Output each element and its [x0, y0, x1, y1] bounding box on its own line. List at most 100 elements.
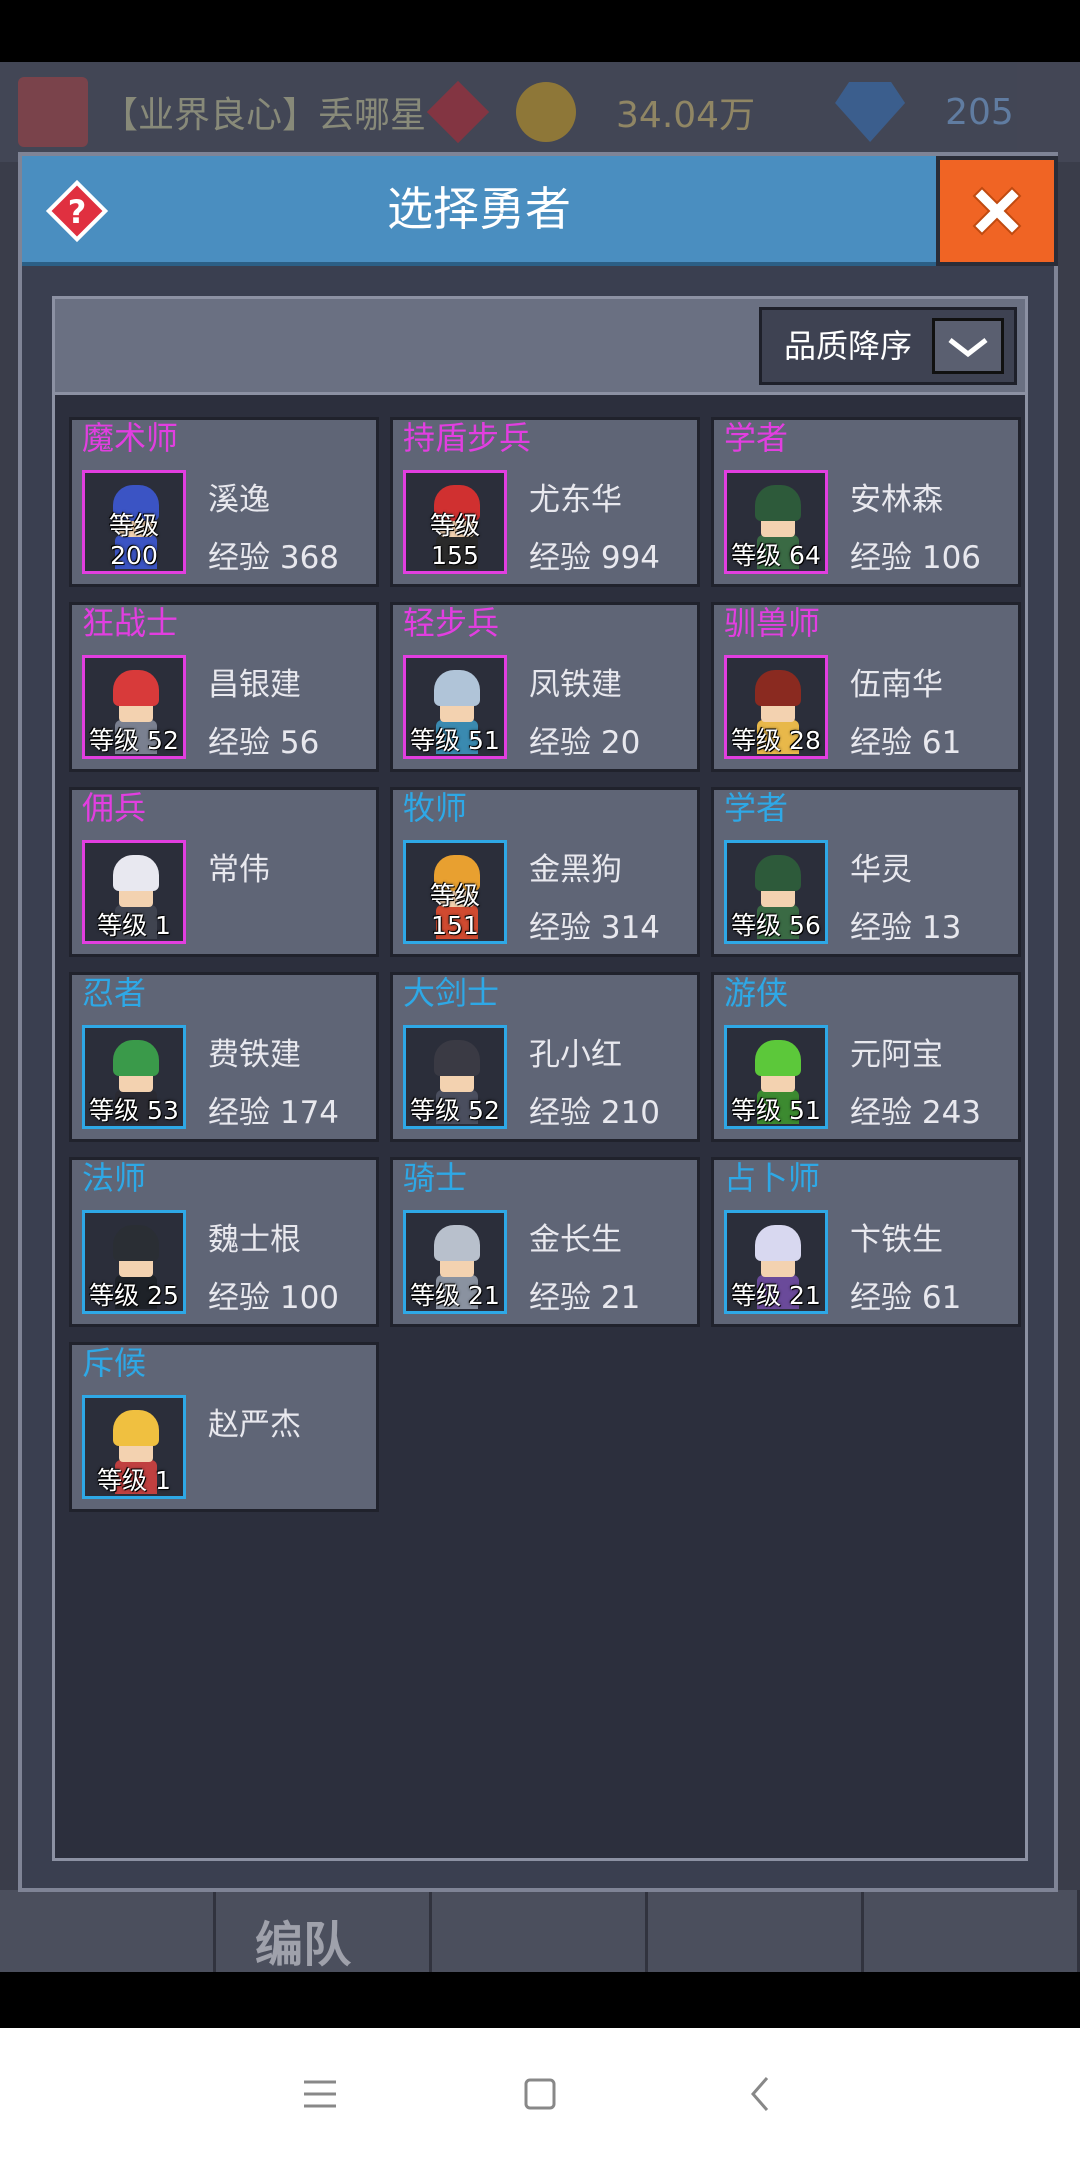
hero-card[interactable]: 骑士等级 21 金长生经验 21 [390, 1157, 700, 1327]
hero-level: 等级 52 [89, 726, 179, 755]
top-resource-bar: 【业界良心】丢哪星 34.04万 205 [0, 62, 1080, 162]
hero-class: 牧师 [403, 789, 468, 827]
menu-icon[interactable] [290, 2064, 350, 2124]
hero-portrait: 等级 21 [724, 1210, 828, 1314]
close-icon [972, 186, 1022, 236]
sort-dropdown[interactable]: 品质降序 [759, 307, 1017, 385]
hero-card[interactable]: 忍者 等级 53 费铁建 经验 174 [69, 972, 379, 1142]
status-bar [0, 0, 1080, 62]
hero-hair [434, 1040, 480, 1076]
hero-hair [755, 1225, 801, 1261]
hero-name: 赵严杰 [208, 1407, 301, 1443]
hero-portrait: 等级 21 [403, 1210, 507, 1314]
hero-name: 卞铁生 [850, 1222, 943, 1258]
hero-level: 等级 1 [97, 911, 171, 940]
hero-name: 伍南华 [850, 667, 943, 703]
bottom-tab-bar [0, 1890, 1080, 1972]
hero-exp: 经验 61 [850, 725, 962, 761]
player-name: 【业界良心】丢哪星 [102, 95, 427, 136]
hero-name: 常伟 [208, 852, 270, 888]
hero-card[interactable]: 游侠 等级 51 元阿宝 经验 243 [711, 972, 1021, 1142]
hero-card[interactable]: 牧师等级 151 金黑狗经验 314 [390, 787, 700, 957]
hero-hair [113, 1225, 159, 1261]
hero-card[interactable]: 佣兵等级 1 常伟 [69, 787, 379, 957]
filter-bar: 品质降序 [55, 299, 1025, 395]
gold-coin-icon [516, 82, 577, 142]
hero-hair [113, 855, 159, 891]
hero-class: 魔术师 [82, 419, 179, 457]
hero-level: 等级 28 [731, 726, 821, 755]
tab-castle [0, 1890, 216, 1972]
close-button[interactable] [936, 156, 1058, 266]
hero-portrait: 等级 51 [403, 655, 507, 759]
hero-exp: 经验 174 [208, 1095, 340, 1131]
hero-portrait: 等级 1 [82, 1395, 186, 1499]
hero-class: 法师 [82, 1159, 147, 1197]
chevron-down-icon[interactable] [932, 318, 1004, 374]
tab-bag [648, 1890, 864, 1972]
hero-card[interactable]: 持盾步兵等级 155 尤东华经验 994 [390, 417, 700, 587]
hero-name: 金长生 [529, 1222, 622, 1258]
hero-card[interactable]: 学者 等级 64 安林森 经验 106 [711, 417, 1021, 587]
hero-class: 骑士 [403, 1159, 468, 1197]
hero-class: 持盾步兵 [403, 419, 532, 457]
hero-exp: 经验 13 [850, 910, 962, 946]
hero-card[interactable]: 魔术师 等级 200 溪逸 经验 368 [69, 417, 379, 587]
hero-level: 等级 56 [731, 911, 821, 940]
hero-card[interactable]: 学者 等级 56 华灵 经验 13 [711, 787, 1021, 957]
hero-level: 等级 21 [410, 1281, 500, 1310]
hero-hair [113, 1410, 159, 1446]
hero-class: 占卜师 [724, 1159, 821, 1197]
hero-hair [434, 1225, 480, 1261]
hero-exp: 经验 100 [208, 1280, 340, 1316]
dialog-header: ? 选择勇者 [22, 156, 936, 266]
hero-exp: 经验 314 [529, 910, 661, 946]
hero-name: 凤铁建 [529, 667, 622, 703]
hero-card[interactable]: 斥候 等级 1 赵严杰 [69, 1342, 379, 1512]
hero-hair [434, 670, 480, 706]
hero-name: 尤东华 [529, 482, 622, 518]
hero-name: 魏士根 [208, 1222, 301, 1258]
hero-portrait: 等级 1 [82, 840, 186, 944]
hero-name: 孔小红 [529, 1037, 622, 1073]
back-icon[interactable] [730, 2064, 790, 2124]
dialog-title: 选择勇者 [387, 182, 571, 236]
hero-list-panel: 品质降序 魔术师 等级 200 溪逸 经验 368 持盾步兵等级 155 尤东华经验 99… [52, 296, 1028, 1861]
hero-level: 等级 21 [731, 1281, 821, 1310]
tab-shop [864, 1890, 1080, 1972]
hero-level: 等级 151 [429, 881, 480, 940]
hero-card[interactable]: 占卜师等级 21 卞铁生经验 61 [711, 1157, 1021, 1327]
gold-amount: 34.04万 [616, 95, 756, 136]
hero-exp: 经验 21 [529, 1280, 641, 1316]
hero-name: 金黑狗 [529, 852, 622, 888]
home-icon[interactable] [510, 2064, 570, 2124]
hero-hair [113, 1040, 159, 1076]
hero-level: 等级 51 [731, 1096, 821, 1125]
select-hero-dialog: ? 选择勇者 品质降序 魔术师 等级 200 溪逸 经验 368 持盾步兵等级 155 尤… [18, 152, 1058, 1892]
hero-class: 大剑士 [403, 974, 500, 1012]
hero-exp: 经验 368 [208, 540, 340, 576]
hero-exp: 经验 61 [850, 1280, 962, 1316]
hero-name: 昌银建 [208, 667, 301, 703]
hero-level: 等级 25 [89, 1281, 179, 1310]
gem-icon [835, 82, 906, 142]
hero-class: 狂战士 [82, 604, 179, 642]
hero-level: 等级 64 [731, 541, 821, 570]
hero-card[interactable]: 轻步兵 等级 51 凤铁建 经验 20 [390, 602, 700, 772]
hero-card[interactable]: 驯兽师等级 28 伍南华经验 61 [711, 602, 1021, 772]
hero-class: 佣兵 [82, 789, 147, 827]
hero-class: 忍者 [82, 974, 147, 1012]
hero-hair [755, 670, 801, 706]
hero-card[interactable]: 大剑士 等级 52 孔小红 经验 210 [390, 972, 700, 1142]
hero-card[interactable]: 法师等级 25 魏士根经验 100 [69, 1157, 379, 1327]
hero-class: 驯兽师 [724, 604, 821, 642]
hero-exp: 经验 210 [529, 1095, 661, 1131]
hero-level: 等级 1 [97, 1466, 171, 1495]
hero-card[interactable]: 狂战士 等级 52 昌银建 经验 56 [69, 602, 379, 772]
hero-portrait: 等级 155 [403, 470, 507, 574]
hero-class: 学者 [724, 419, 789, 457]
gem-amount: 205 [945, 91, 1014, 133]
hero-exp: 经验 994 [529, 540, 661, 576]
hero-exp: 经验 20 [529, 725, 641, 761]
hero-exp: 经验 243 [850, 1095, 982, 1131]
